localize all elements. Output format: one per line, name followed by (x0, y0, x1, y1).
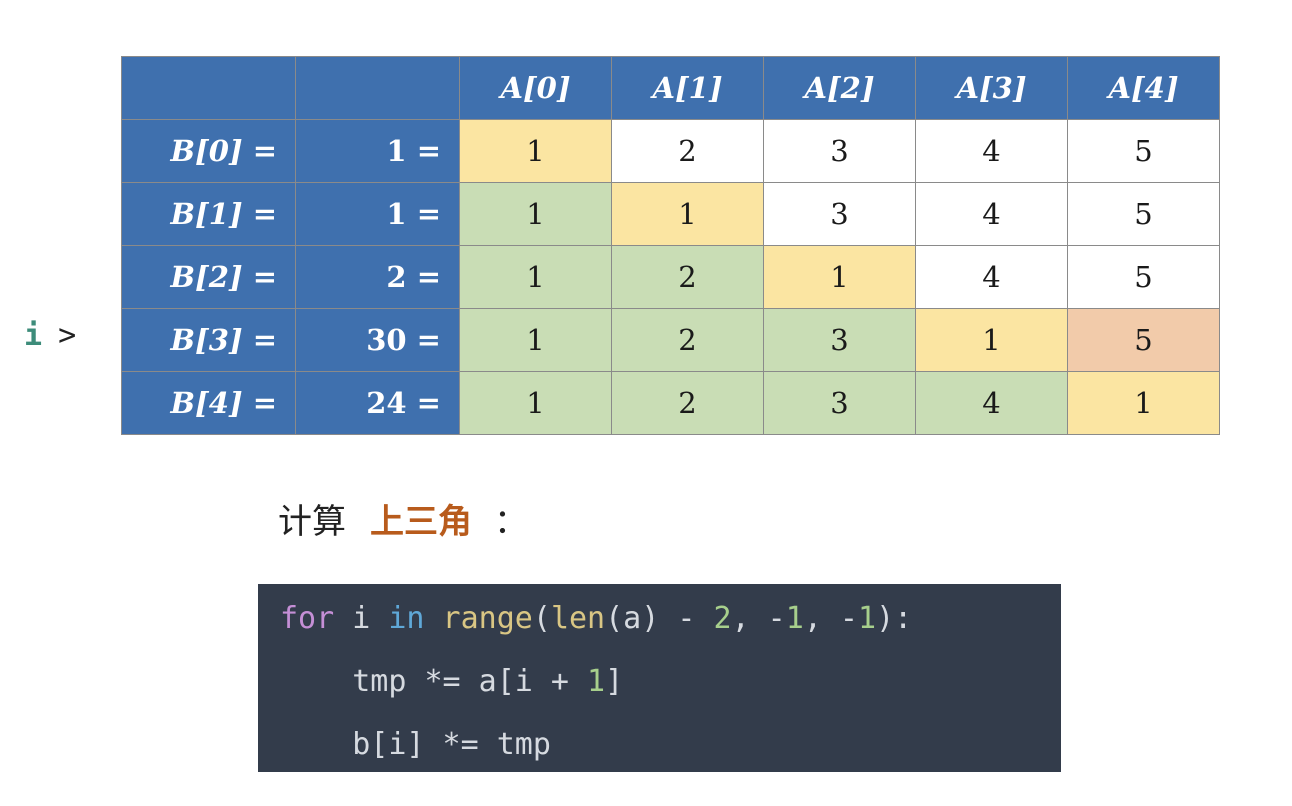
table-cell: 1 (459, 119, 612, 183)
row-pointer: i > (24, 316, 76, 356)
code-number: 1 (858, 601, 877, 636)
row-value: 2 = (295, 245, 460, 309)
column-header: A[1] (611, 56, 764, 120)
header-blank-label (121, 56, 296, 120)
table-cell: 1 (459, 371, 612, 435)
caption-prefix: 计算 (278, 502, 346, 542)
code-keyword-in: in (388, 601, 425, 636)
table-cell: 2 (611, 245, 764, 309)
table-cell: 2 (611, 308, 764, 372)
code-token: tmp *= a[i + (280, 664, 588, 699)
header-blank-value (295, 56, 460, 120)
row-label: B[1] = (121, 182, 296, 246)
code-line-2: tmp *= a[i + 1] (280, 653, 1061, 716)
table-cell: 1 (459, 245, 612, 309)
column-header: A[4] (1067, 56, 1220, 120)
column-header: A[2] (763, 56, 916, 120)
code-token: ): (876, 601, 913, 636)
table-row: B[4] = 24 = 1 2 3 4 1 (121, 371, 1220, 435)
table-cell: 3 (763, 119, 916, 183)
code-function-len: len (550, 601, 606, 636)
code-keyword-for: for (280, 601, 335, 636)
table-row: B[0] = 1 = 1 2 3 4 5 (121, 119, 1220, 183)
code-token: b[i] *= tmp (280, 727, 551, 762)
table-cell: 1 (459, 308, 612, 372)
table-cell: 2 (611, 371, 764, 435)
table-cell: 1 (611, 182, 764, 246)
table-cell: 2 (611, 119, 764, 183)
table-cell: 5 (1067, 245, 1220, 309)
code-line-3: b[i] *= tmp (280, 716, 1061, 779)
caption-suffix: ： (494, 502, 528, 542)
code-number: 1 (587, 664, 606, 699)
code-token: , - (731, 601, 786, 636)
product-table: A[0] A[1] A[2] A[3] A[4] B[0] = 1 = 1 2 … (121, 56, 1220, 435)
table-cell: 4 (915, 245, 1068, 309)
table-cell: 3 (763, 308, 916, 372)
table-cell: 4 (915, 371, 1068, 435)
code-token: (a) - (605, 601, 714, 636)
table-cell: 5 (1067, 182, 1220, 246)
code-block: for i in range(len(a) - 2, -1, -1): tmp … (258, 584, 1061, 772)
row-label: B[0] = (121, 119, 296, 183)
column-header: A[0] (459, 56, 612, 120)
row-value: 1 = (295, 119, 460, 183)
table-cell: 1 (763, 245, 916, 309)
table-cell: 1 (1067, 371, 1220, 435)
code-token: ] (605, 664, 624, 699)
table-cell: 4 (915, 182, 1068, 246)
code-token: ( (532, 601, 551, 636)
table-cell: 5 (1067, 119, 1220, 183)
table-cell: 5 (1067, 308, 1220, 372)
caption: 计算 上三角 ： (278, 496, 528, 548)
header-row: A[0] A[1] A[2] A[3] A[4] (121, 56, 1220, 120)
row-label: B[2] = (121, 245, 296, 309)
pointer-variable: i (24, 318, 43, 353)
code-function-range: range (424, 601, 533, 636)
pointer-arrow: > (58, 318, 77, 353)
table-cell: 3 (763, 182, 916, 246)
table-cell: 1 (459, 182, 612, 246)
row-label: B[4] = (121, 371, 296, 435)
table-row: B[3] = 30 = 1 2 3 1 5 (121, 308, 1220, 372)
code-token: i (334, 601, 389, 636)
code-number: 2 (713, 601, 732, 636)
code-token: , - (803, 601, 858, 636)
table-row: B[2] = 2 = 1 2 1 4 5 (121, 245, 1220, 309)
row-value: 1 = (295, 182, 460, 246)
table-row: B[1] = 1 = 1 1 3 4 5 (121, 182, 1220, 246)
row-value: 30 = (295, 308, 460, 372)
row-value: 24 = (295, 371, 460, 435)
code-line-1: for i in range(len(a) - 2, -1, -1): (280, 590, 1061, 653)
caption-highlight: 上三角 (370, 502, 472, 542)
code-number: 1 (785, 601, 804, 636)
row-label: B[3] = (121, 308, 296, 372)
table-cell: 3 (763, 371, 916, 435)
table-cell: 4 (915, 119, 1068, 183)
table-cell: 1 (915, 308, 1068, 372)
column-header: A[3] (915, 56, 1068, 120)
